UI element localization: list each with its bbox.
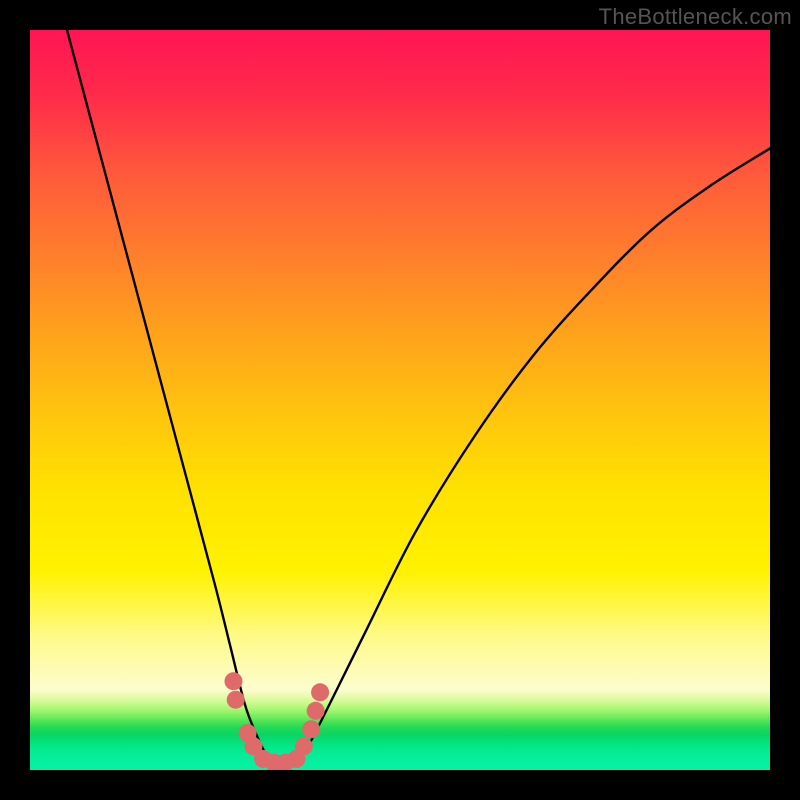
chart-frame: TheBottleneck.com	[0, 0, 800, 800]
highlight-dot	[295, 737, 313, 755]
curve-layer	[30, 30, 770, 770]
highlight-dot	[307, 702, 325, 720]
bottleneck-curve	[67, 30, 770, 764]
highlight-dot	[227, 691, 245, 709]
highlight-dot	[225, 672, 243, 690]
watermark-text: TheBottleneck.com	[599, 4, 792, 30]
highlight-dot	[302, 720, 320, 738]
highlight-dot	[311, 683, 329, 701]
highlight-dots	[225, 672, 330, 770]
plot-area	[30, 30, 770, 770]
